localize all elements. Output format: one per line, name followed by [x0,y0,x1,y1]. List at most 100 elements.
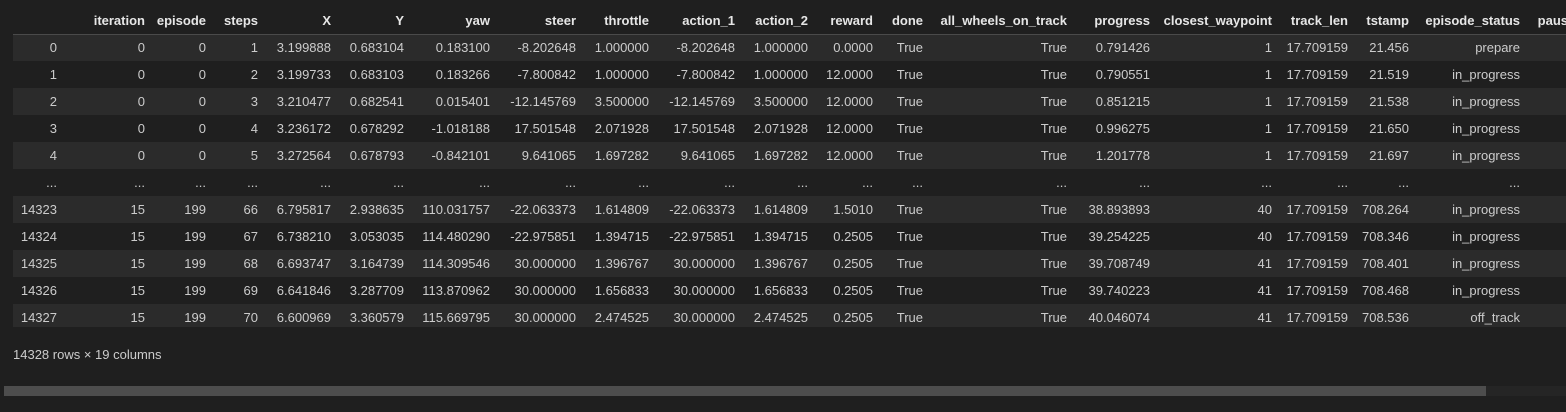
table-cell: True [1040,67,1067,82]
table-cell: 1 [1264,67,1272,82]
table-cell: prepare [1475,40,1520,56]
table-cell: 39.708749 [1088,256,1150,271]
table-cell: 12.0000 [826,121,873,136]
table-cell: 199 [184,202,206,217]
table-cell: 0.996275 [1095,121,1150,136]
table-cell: 0 [137,121,145,136]
table-cell: True [896,283,923,298]
table-cell: -22.975851 [510,229,576,244]
table-cell [1525,277,1566,304]
table-cell: 199 [184,256,206,271]
table-cell: ... [1139,175,1150,190]
table-cell: 0.791426 [1095,40,1150,56]
table-cell: 6.693747 [276,256,331,271]
table-cell: 1.396767 [753,256,808,271]
table-cell: True [1040,256,1067,271]
column-header-steps: steps [211,7,263,35]
row-index: 14323 [20,202,57,217]
table-cell: 1.656833 [753,283,808,298]
table-cell: 17.709159 [1286,94,1348,109]
index-header [13,7,62,35]
table-cell: 30.000000 [673,283,735,298]
table-cell: 2.938635 [349,202,404,217]
column-header-done: done [878,7,928,35]
table-cell: 1 [1264,121,1272,136]
table-cell [1525,61,1566,88]
table-cell [1525,115,1566,142]
table-cell: 9.641065 [680,148,735,163]
table-cell: ... [1261,175,1272,190]
table-cell: 6.795817 [276,202,331,217]
table-cell: 17.709159 [1286,148,1348,163]
table-cell: 0.683104 [349,40,404,56]
table-cell: True [1040,229,1067,244]
row-index: 14326 [20,283,57,298]
table-cell: 3.360579 [349,310,404,325]
table-cell: 708.346 [1362,229,1409,244]
table-cell: 3.199733 [276,67,331,82]
table-cell: 0.851215 [1095,94,1150,109]
table-cell: 3.236172 [276,121,331,136]
table-cell: 114.480290 [422,229,490,244]
table-cell [1525,34,1566,61]
table-cell: 2.474525 [594,310,649,325]
column-header-yaw: yaw [409,7,495,35]
table-cell: 708.264 [1362,202,1409,217]
table-cell: 0 [137,94,145,109]
table-cell: 40.046074 [1088,310,1150,325]
table-cell: 41 [1257,256,1272,271]
table-cell: 17.709159 [1286,202,1348,217]
table-cell [1525,169,1566,196]
table-cell: 0.183100 [435,40,490,56]
table-cell: 12.0000 [826,67,873,82]
table-cell: ... [393,175,404,190]
table-cell: True [1040,202,1067,217]
table-cell: 1.656833 [594,283,649,298]
table-cell: 21.538 [1369,94,1409,109]
dataframe-shape-text: 14328 rows × 19 columns [13,347,162,362]
table-cell: True [896,229,923,244]
table-cell: 17.709159 [1286,229,1348,244]
table-cell: 6.641846 [276,283,331,298]
table-cell: 0 [137,67,145,82]
table-cell: ... [320,175,331,190]
horizontal-scrollbar[interactable] [4,386,1566,396]
table-cell: True [1040,94,1067,109]
table-cell [1525,196,1566,223]
dataframe-viewport[interactable]: iteration episode steps X Yyaw steer throttle a… [13,7,1566,327]
row-index: 4 [49,148,57,163]
table-cell: 21.650 [1369,121,1409,136]
table-cell: ... [1509,175,1520,190]
table-cell: in_progress [1452,256,1520,271]
table-cell: 17.501548 [673,121,735,136]
header-row: iteration episode steps X Yyaw steer throttle a… [13,7,1566,35]
table-cell: True [896,310,923,325]
column-header-steer: steer [495,7,581,35]
table-row: 3 0 0 4 3.236172 0.678292 -1.018188 17.501548 2.… [13,115,1566,142]
table-cell: -12.145769 [669,94,735,109]
table-row: 14325 15 199 68 6.693747 3.164739 114.309546 30… [13,250,1566,277]
table-cell: 2.474525 [753,310,808,325]
table-cell: 0.678292 [349,121,404,136]
table-cell: -12.145769 [510,94,576,109]
table-cell: True [896,40,923,56]
table-cell: 0.2505 [833,229,873,244]
table-cell: in_progress [1452,202,1520,217]
table-cell: in_progress [1452,283,1520,298]
horizontal-scrollbar-thumb[interactable] [4,386,1486,396]
column-header-episode-status: episode_status [1414,7,1525,35]
column-header-action-2: action_2 [740,7,813,35]
table-cell: 67 [243,229,258,244]
table-cell: 6.738210 [276,229,331,244]
table-cell: ... [195,175,206,190]
table-cell: 21.456 [1369,40,1409,56]
table-cell: 0.2505 [833,256,873,271]
table-cell: 0 [198,121,206,136]
row-index: 14325 [20,256,57,271]
notebook-output-area: iteration episode steps X Yyaw steer throttle a… [0,0,1566,412]
table-cell: 12.0000 [826,94,873,109]
column-header-Y: Y [336,7,409,35]
table-cell: 1 [250,40,258,56]
table-cell: 38.893893 [1088,202,1150,217]
table-cell: 66 [243,202,258,217]
